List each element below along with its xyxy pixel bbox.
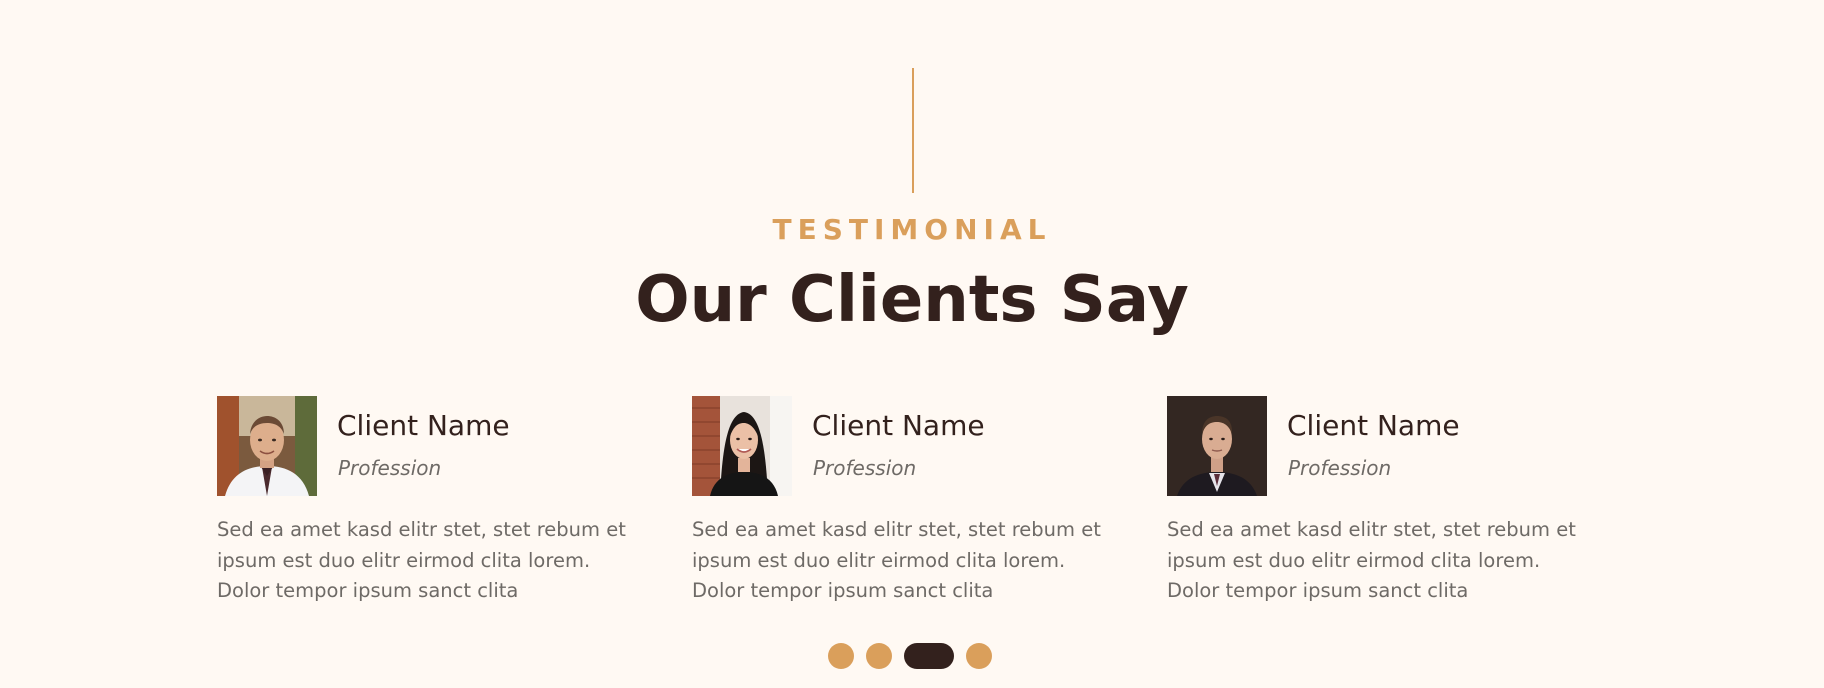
carousel-dot-2[interactable] (866, 643, 892, 669)
client-avatar (217, 396, 317, 496)
carousel-dots (828, 643, 992, 669)
carousel-dot-1[interactable] (828, 643, 854, 669)
section-divider-line (912, 68, 914, 193)
client-profession: Profession (338, 456, 442, 480)
section-kicker: TESTIMONIAL (772, 213, 1052, 246)
client-profession: Profession (813, 456, 917, 480)
client-avatar (692, 396, 792, 496)
carousel-dot-3[interactable] (904, 643, 954, 669)
client-name: Client Name (812, 409, 985, 442)
testimonial-text: Sed ea amet kasd elitr stet, stet rebum … (692, 518, 1101, 602)
client-profession: Profession (1288, 456, 1392, 480)
carousel-dot-4[interactable] (966, 643, 992, 669)
testimonial-text: Sed ea amet kasd elitr stet, stet rebum … (1167, 518, 1576, 602)
testimonial-card: Client Name Profession Sed ea amet kasd … (1167, 396, 1597, 606)
testimonial-text: Sed ea amet kasd elitr stet, stet rebum … (217, 518, 626, 602)
section-title: Our Clients Say (635, 263, 1189, 337)
client-name: Client Name (1287, 409, 1460, 442)
client-avatar (1167, 396, 1267, 496)
testimonial-card: Client Name Profession Sed ea amet kasd … (692, 396, 1122, 606)
testimonial-card: Client Name Profession Sed ea amet kasd … (217, 396, 647, 606)
client-name: Client Name (337, 409, 510, 442)
